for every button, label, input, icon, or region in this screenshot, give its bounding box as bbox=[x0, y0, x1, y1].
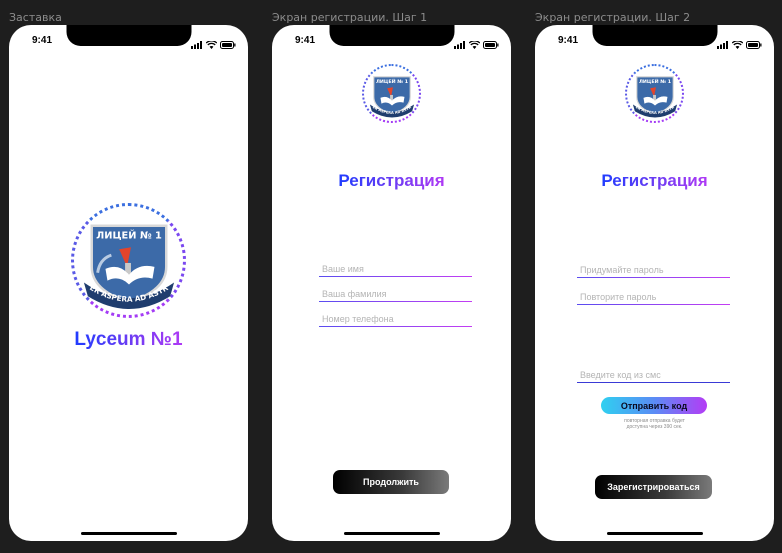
phone-field[interactable] bbox=[319, 309, 472, 328]
registration-step-2-screen: 9:41 ЛИЦЕЙ № 1 PER ASPERA AD ASTRA Регис… bbox=[535, 25, 774, 541]
home-indicator[interactable] bbox=[606, 532, 703, 535]
signal-icon bbox=[717, 36, 729, 54]
lyceum-logo: ЛИЦЕЙ № 1 PER ASPERA AD ASTRA bbox=[362, 64, 421, 123]
continue-button[interactable]: Продолжить bbox=[333, 470, 449, 494]
wifi-icon bbox=[731, 36, 744, 54]
registration-title: Регистрация bbox=[535, 171, 774, 191]
battery-icon bbox=[746, 36, 762, 54]
lyceum-logo: ЛИЦЕЙ № 1 PER ASPERA AD ASTRA bbox=[625, 64, 684, 123]
sms-code-field[interactable] bbox=[577, 365, 730, 384]
repeat-password-field[interactable] bbox=[577, 287, 730, 306]
app-name: Lyceum №1 bbox=[74, 329, 183, 350]
status-time: 9:41 bbox=[558, 35, 579, 46]
status-icons bbox=[191, 36, 236, 54]
splash-title: Lyceum №1 bbox=[9, 329, 248, 351]
frame-label-splash: Заставка bbox=[9, 11, 62, 24]
signal-icon bbox=[454, 36, 466, 54]
registration-step-1-screen: 9:41 ЛИЦЕЙ № 1 PER ASPERA AD ASTRA Регис… bbox=[272, 25, 511, 541]
signal-icon bbox=[191, 36, 203, 54]
registration-title-text: Регистрация bbox=[601, 171, 708, 190]
field-underline bbox=[577, 303, 730, 305]
battery-icon bbox=[220, 36, 236, 54]
register-button[interactable]: Зарегистрироваться bbox=[595, 475, 712, 499]
field-underline bbox=[577, 276, 730, 278]
status-time: 9:41 bbox=[295, 35, 316, 46]
battery-icon bbox=[483, 36, 499, 54]
send-code-button[interactable]: Отправить код bbox=[601, 397, 707, 414]
status-icons bbox=[717, 36, 762, 54]
home-indicator[interactable] bbox=[343, 532, 440, 535]
emblem-top-text: ЛИЦЕЙ № 1 bbox=[96, 228, 162, 241]
field-underline bbox=[577, 381, 730, 383]
resend-notice-line-2: доступна через 390 сек. bbox=[626, 424, 683, 430]
field-underline bbox=[319, 275, 472, 277]
status-icons bbox=[454, 36, 499, 54]
password-field[interactable] bbox=[577, 260, 730, 279]
lyceum-logo: ЛИЦЕЙ № 1 PER ASPERA AD ASTRA bbox=[71, 203, 186, 318]
field-underline bbox=[319, 325, 472, 327]
registration-title: Регистрация bbox=[272, 171, 511, 191]
field-underline bbox=[319, 300, 472, 302]
wifi-icon bbox=[205, 36, 218, 54]
resend-notice: повторная отправка будет доступна через … bbox=[535, 418, 774, 430]
wifi-icon bbox=[468, 36, 481, 54]
registration-title-text: Регистрация bbox=[338, 171, 445, 190]
status-time: 9:41 bbox=[32, 35, 53, 46]
first-name-field[interactable] bbox=[319, 259, 472, 278]
splash-screen: 9:41 ЛИЦЕЙ № 1 PER ASPERA AD ASTRA Lyceu… bbox=[9, 25, 248, 541]
last-name-field[interactable] bbox=[319, 284, 472, 303]
frame-label-registration-step-2: Экран регистрации. Шаг 2 bbox=[535, 11, 691, 24]
home-indicator[interactable] bbox=[80, 532, 177, 535]
notch bbox=[329, 25, 454, 46]
notch bbox=[592, 25, 717, 46]
frame-label-registration-step-1: Экран регистрации. Шаг 1 bbox=[272, 11, 428, 24]
notch bbox=[66, 25, 191, 46]
